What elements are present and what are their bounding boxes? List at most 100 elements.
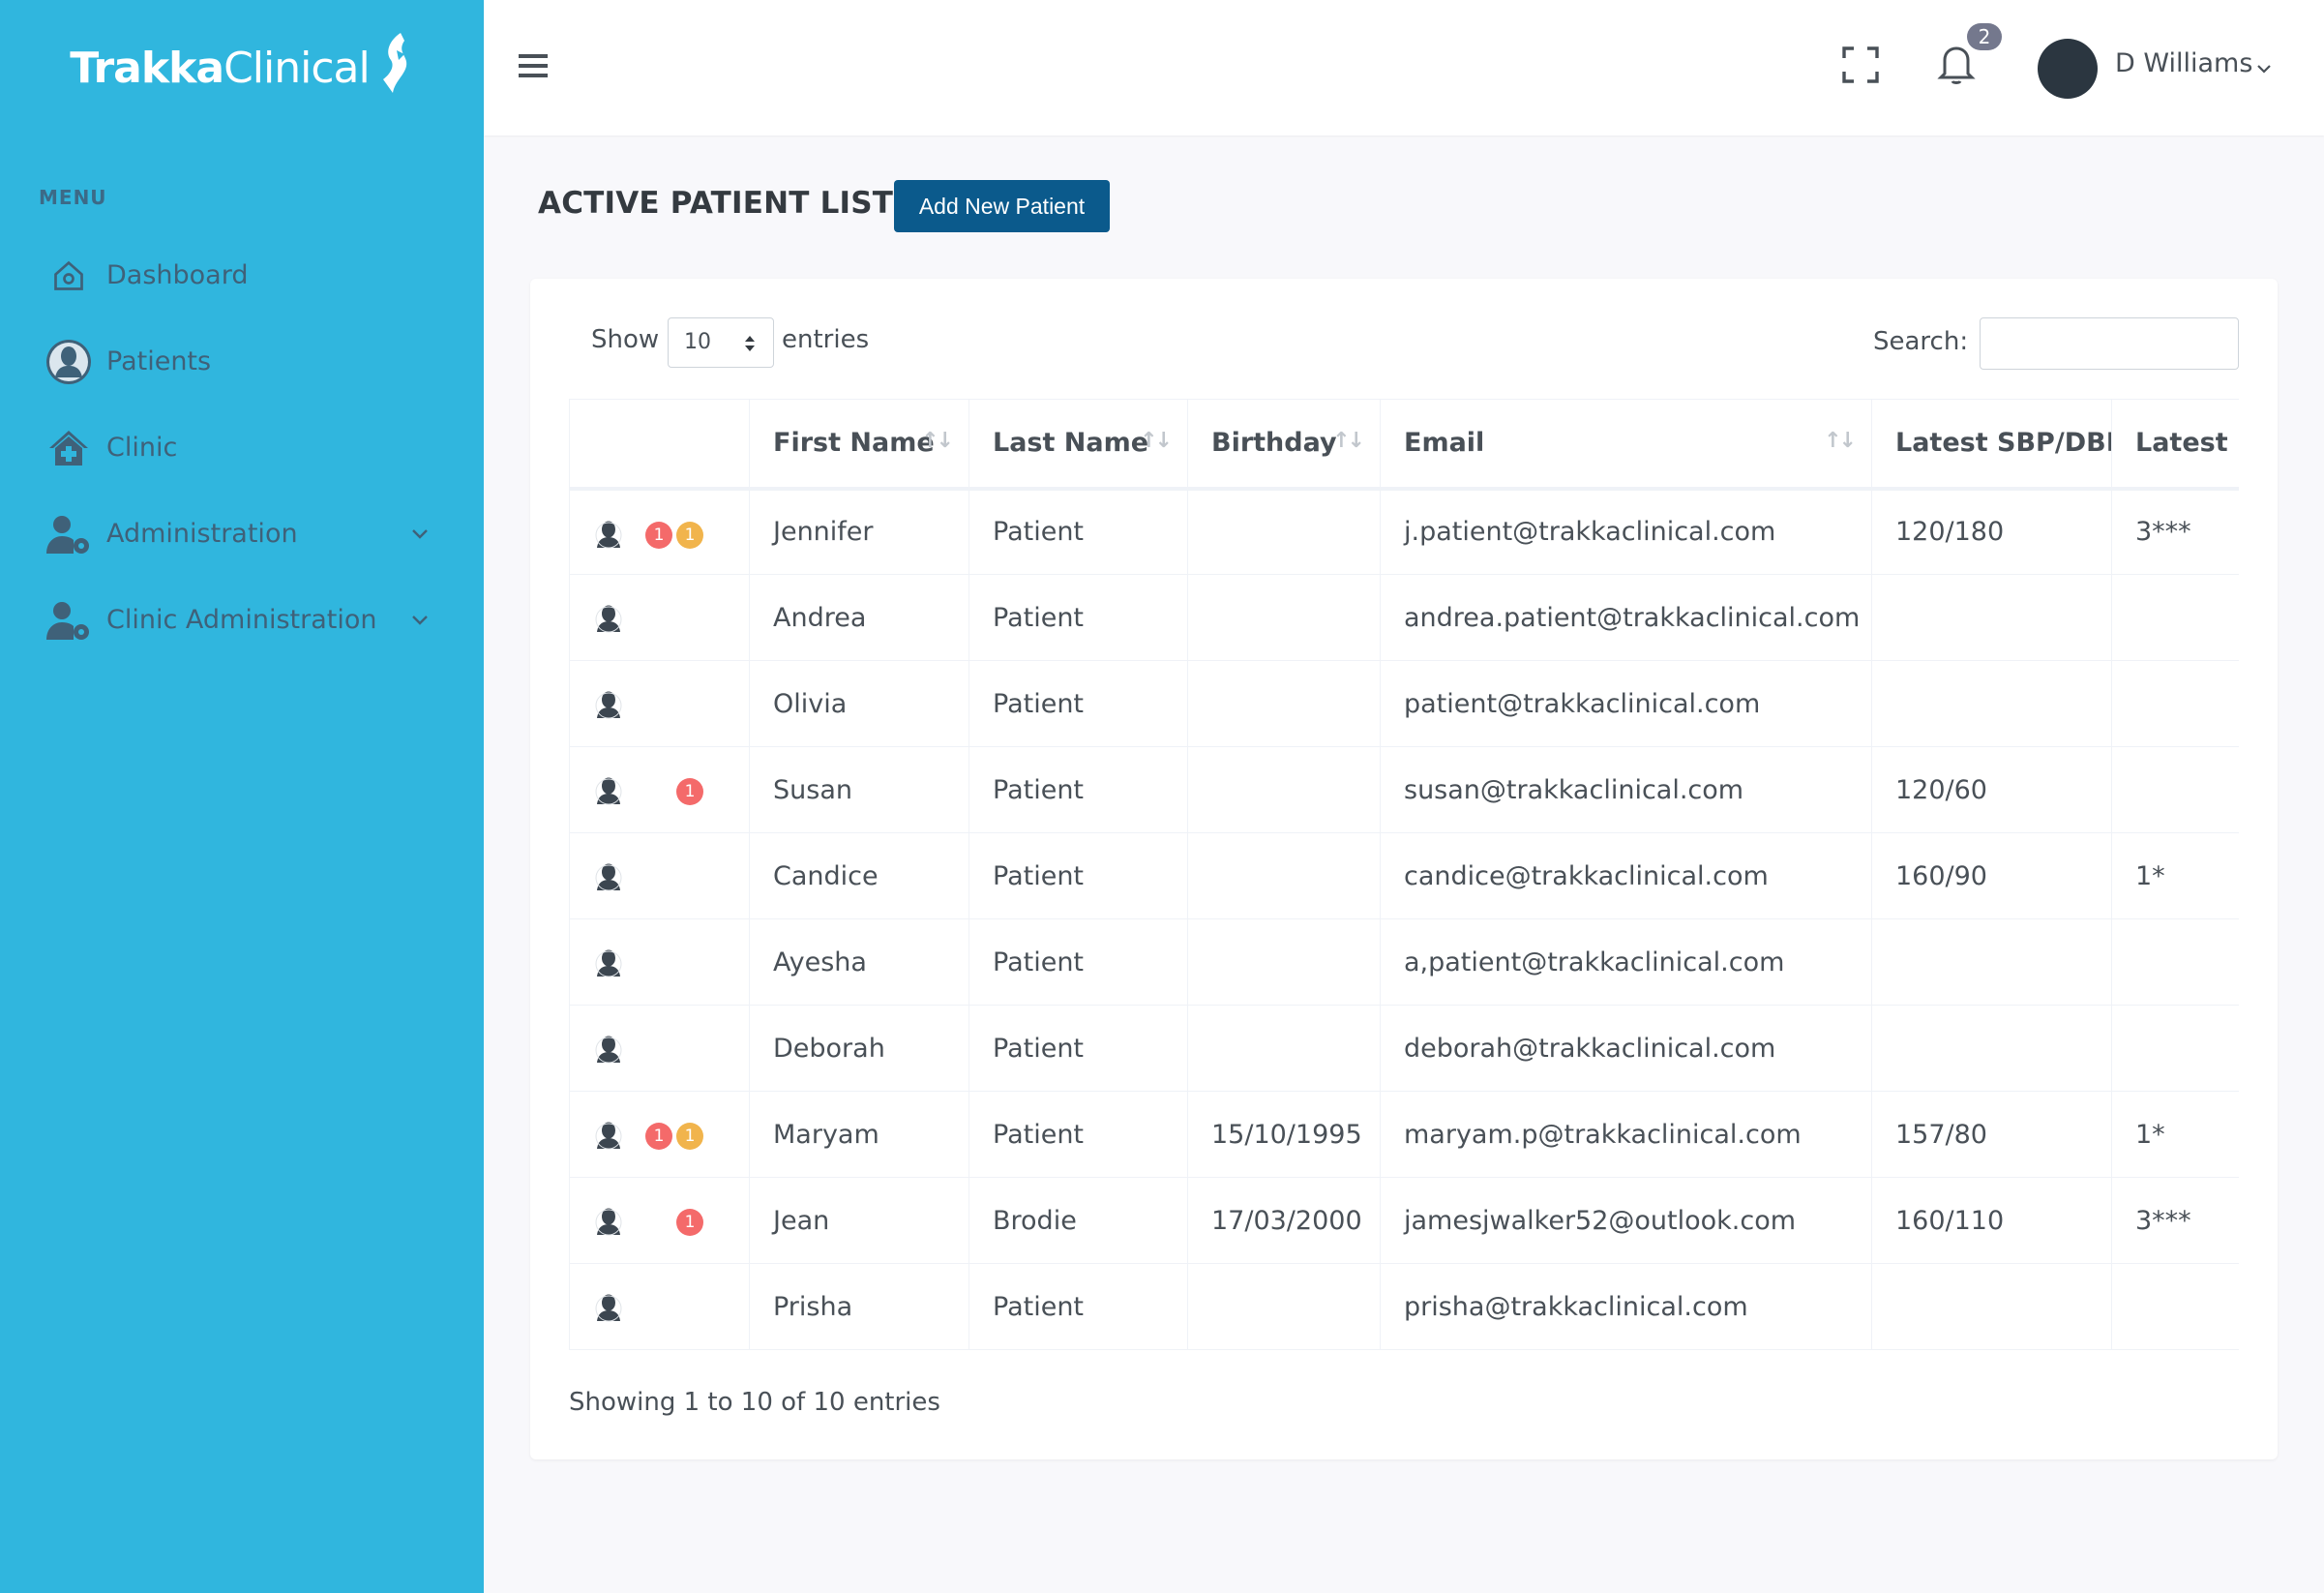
table-row[interactable]: 1 1 Maryam Patient 15/10/1995 maryam.p@trakka… — [569, 1091, 2239, 1178]
row-icons-cell — [569, 918, 750, 1006]
cell-birthday — [1187, 1263, 1381, 1350]
cell-latest-u: 1* — [2111, 832, 2239, 919]
cell-birthday — [1187, 660, 1381, 747]
row-icons-cell — [569, 574, 750, 661]
cell-last-name: Patient — [968, 1091, 1188, 1178]
cell-birthday — [1187, 574, 1381, 661]
patient-avatar-icon[interactable] — [595, 862, 622, 898]
cell-birthday: 17/03/2000 — [1187, 1177, 1381, 1264]
cell-sbp-dbp: 120/60 — [1871, 746, 2112, 833]
cell-latest-u: 3*** — [2111, 1177, 2239, 1264]
table-row[interactable]: Candice Patient candice@trakkaclinical.com… — [569, 832, 2239, 919]
patient-avatar-icon[interactable] — [595, 690, 622, 726]
column-header-birthday[interactable]: Birthday ↑↓ — [1187, 399, 1381, 491]
patient-avatar-icon[interactable] — [595, 948, 622, 984]
avatar[interactable] — [2038, 39, 2098, 99]
cell-latest-u — [2111, 746, 2239, 833]
column-header-label: Last Name — [993, 428, 1149, 459]
patient-avatar-icon[interactable] — [595, 520, 622, 556]
column-header-label: Birthday — [1211, 428, 1337, 459]
user-name[interactable]: D Williams — [2115, 48, 2252, 78]
cell-email: jamesjwalker52@outlook.com — [1380, 1177, 1872, 1264]
cell-email: candice@trakkaclinical.com — [1380, 832, 1872, 919]
row-icons-cell — [569, 832, 750, 919]
user-gear-icon — [45, 510, 93, 558]
bell-icon[interactable] — [1937, 43, 1976, 85]
sort-icon: ↑↓ — [1140, 429, 1173, 453]
table-row[interactable]: 1 Jean Brodie 17/03/2000 jamesjwalker52@outl… — [569, 1177, 2239, 1264]
brand-mark-icon — [375, 31, 414, 105]
topbar: 2 D Williams — [484, 0, 2324, 135]
alert-badge-red[interactable]: 1 — [676, 778, 703, 805]
cell-birthday — [1187, 746, 1381, 833]
alert-badge-red[interactable]: 1 — [676, 1209, 703, 1236]
cell-email: deborah@trakkaclinical.com — [1380, 1005, 1872, 1092]
cell-latest-u — [2111, 574, 2239, 661]
entries-select-value: 10 — [684, 330, 711, 354]
table-row[interactable]: Andrea Patient andrea.patient@trakkaclinic… — [569, 574, 2239, 661]
entries-select[interactable]: 10 — [668, 317, 774, 368]
sidebar-item-patients[interactable]: Patients — [0, 318, 484, 405]
brand-name-light: Clinical — [223, 43, 371, 93]
cell-email: maryam.p@trakkaclinical.com — [1380, 1091, 1872, 1178]
table-row[interactable]: Ayesha Patient a,patient@trakkaclinical.co… — [569, 918, 2239, 1006]
sidebar-item-administration[interactable]: Administration — [0, 491, 484, 577]
cell-email: a,patient@trakkaclinical.com — [1380, 918, 1872, 1006]
alert-badge-amber[interactable]: 1 — [676, 521, 703, 549]
add-new-patient-button[interactable]: Add New Patient — [894, 180, 1110, 232]
cell-latest-u: 1* — [2111, 1091, 2239, 1178]
column-header-last-name[interactable]: Last Name ↑↓ — [968, 399, 1188, 491]
column-header-latest-sbp-dbp[interactable]: Latest SBP/DBP — [1871, 399, 2112, 491]
cell-birthday — [1187, 918, 1381, 1006]
cell-first-name: Candice — [749, 832, 969, 919]
column-header-first-name[interactable]: First Name ↑↓ — [749, 399, 969, 491]
cell-first-name: Jennifer — [749, 488, 969, 575]
table-row[interactable]: Prisha Patient prisha@trakkaclinical.com — [569, 1263, 2239, 1350]
brand-logo[interactable]: Trakka Clinical — [70, 31, 413, 105]
cell-last-name: Patient — [968, 1263, 1188, 1350]
chevron-down-icon[interactable] — [2256, 60, 2272, 78]
cell-sbp-dbp — [1871, 1005, 2112, 1092]
cell-first-name: Deborah — [749, 1005, 969, 1092]
cell-last-name: Patient — [968, 918, 1188, 1006]
cell-last-name: Patient — [968, 1005, 1188, 1092]
table-row[interactable]: 1 1 Jennifer Patient j.patient@trakkaclinica… — [569, 488, 2239, 575]
sidebar-item-dashboard[interactable]: Dashboard — [0, 232, 484, 318]
chevron-down-icon — [410, 604, 430, 634]
entries-label: entries — [782, 325, 870, 354]
patient-avatar-icon[interactable] — [595, 776, 622, 812]
alert-badge-red[interactable]: 1 — [645, 1123, 672, 1150]
row-icons-cell — [569, 1263, 750, 1350]
cell-latest-u — [2111, 660, 2239, 747]
column-header-email[interactable]: Email ↑↓ — [1380, 399, 1872, 491]
hamburger-menu-icon[interactable] — [519, 52, 548, 79]
sidebar: Trakka Clinical MENU Dashboard Patients C… — [0, 0, 484, 1593]
alert-badge-amber[interactable]: 1 — [676, 1123, 703, 1150]
cell-first-name: Ayesha — [749, 918, 969, 1006]
patient-avatar-icon[interactable] — [595, 1207, 622, 1243]
chevron-down-icon — [410, 518, 430, 548]
cell-email: prisha@trakkaclinical.com — [1380, 1263, 1872, 1350]
sort-icon: ↑↓ — [1824, 429, 1857, 453]
cell-email: andrea.patient@trakkaclinical.com — [1380, 574, 1872, 661]
patient-avatar-icon[interactable] — [595, 1121, 622, 1157]
column-header-latest-u[interactable]: Latest U — [2111, 399, 2239, 491]
patient-avatar-icon[interactable] — [595, 1293, 622, 1329]
sidebar-item-clinic[interactable]: Clinic — [0, 405, 484, 491]
table-row[interactable]: 1 Susan Patient susan@trakkaclinical.com 120… — [569, 746, 2239, 833]
fullscreen-icon[interactable] — [1842, 46, 1879, 83]
sidebar-item-clinic-administration[interactable]: Clinic Administration — [0, 577, 484, 663]
search-label: Search: — [1873, 327, 1969, 356]
patient-avatar-icon[interactable] — [595, 1035, 622, 1070]
patient-avatar-icon[interactable] — [595, 604, 622, 640]
row-icons-cell — [569, 660, 750, 747]
page-title: ACTIVE PATIENT LIST — [538, 186, 894, 221]
search-input[interactable] — [1980, 317, 2239, 370]
sidebar-item-label: Clinic Administration — [106, 605, 377, 635]
table-row[interactable]: Deborah Patient deborah@trakkaclinical.com — [569, 1005, 2239, 1092]
cell-sbp-dbp: 160/90 — [1871, 832, 2112, 919]
user-gear-icon — [45, 596, 93, 645]
cell-first-name: Jean — [749, 1177, 969, 1264]
table-row[interactable]: Olivia Patient patient@trakkaclinical.com — [569, 660, 2239, 747]
alert-badge-red[interactable]: 1 — [645, 521, 672, 549]
